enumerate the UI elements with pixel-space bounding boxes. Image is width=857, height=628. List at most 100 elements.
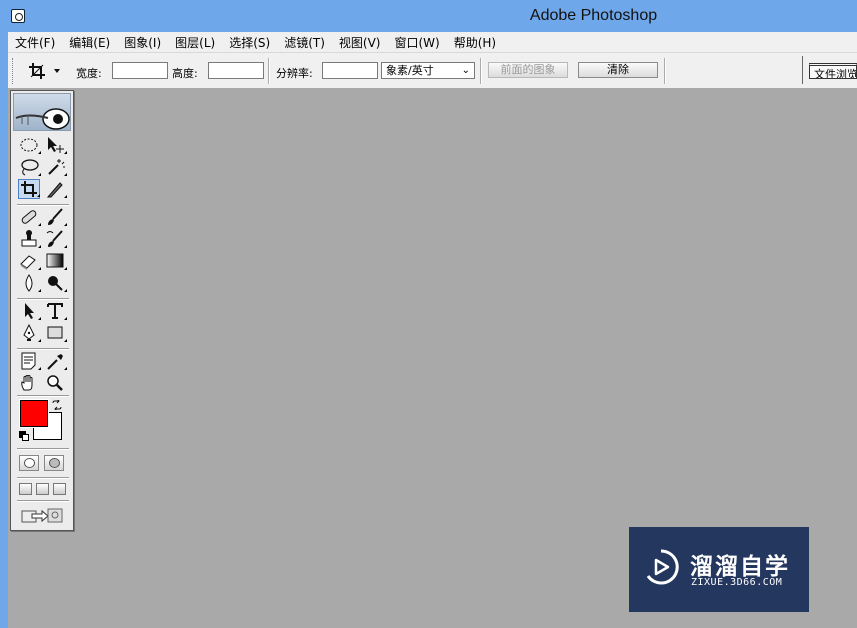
front-image-button[interactable]: 前面的图象 <box>488 62 568 78</box>
clear-button[interactable]: 清除 <box>578 62 658 78</box>
menu-file[interactable]: 文件(F) <box>15 34 55 51</box>
photoshop-eye-logo-icon <box>15 108 70 130</box>
crop-tool[interactable] <box>18 179 40 199</box>
quick-mask-mode-button[interactable] <box>44 455 64 471</box>
toolbox-header[interactable] <box>13 93 71 131</box>
rectangle-shape-icon <box>47 326 63 339</box>
height-field[interactable] <box>208 62 264 79</box>
crop-icon <box>21 181 37 197</box>
watermark-badge: 溜溜自学 ZIXUE.3D66.COM <box>629 527 809 612</box>
menu-image[interactable]: 图象(I) <box>124 34 161 51</box>
eyedropper-icon <box>47 354 63 370</box>
lasso-icon <box>21 159 39 176</box>
path-selection-tool[interactable] <box>18 301 40 321</box>
zoom-tool[interactable] <box>44 373 66 393</box>
jump-to-imageready-button[interactable] <box>20 505 65 525</box>
eraser-tool[interactable] <box>18 251 40 271</box>
separator <box>664 58 666 84</box>
slice-tool[interactable] <box>44 179 66 199</box>
gradient-tool[interactable] <box>44 251 66 271</box>
chevron-down-icon: ⌄ <box>461 65 470 76</box>
tool-preset-picker[interactable] <box>28 62 64 80</box>
separator <box>480 58 482 84</box>
healing-brush-tool[interactable] <box>18 207 40 227</box>
toolbox-separator <box>17 395 69 397</box>
watermark-title: 溜溜自学 <box>690 554 790 580</box>
toolbox-separator <box>17 204 69 206</box>
menu-edit[interactable]: 编辑(E) <box>69 34 110 51</box>
hand-icon <box>21 375 33 391</box>
clone-stamp-icon <box>21 230 37 247</box>
menu-window[interactable]: 窗口(W) <box>394 34 439 51</box>
blur-tool[interactable] <box>18 273 40 293</box>
menu-help[interactable]: 帮助(H) <box>454 34 496 51</box>
type-tool[interactable] <box>44 301 66 321</box>
toolbox-separator <box>17 477 69 479</box>
type-icon <box>47 303 63 319</box>
full-screen-mode-button[interactable] <box>53 483 66 495</box>
file-browser-tab[interactable]: 文件浏览器 <box>809 63 857 79</box>
foreground-color-swatch[interactable] <box>19 399 49 428</box>
toolbox-separator <box>17 348 69 350</box>
dodge-tool[interactable] <box>44 273 66 293</box>
jump-to-imageready-icon <box>21 508 63 523</box>
magic-wand-tool[interactable] <box>44 157 66 177</box>
menu-bar: 文件(F) 编辑(E) 图象(I) 图层(L) 选择(S) 滤镜(T) 视图(V… <box>8 32 857 52</box>
watermark-subtitle: ZIXUE.3D66.COM <box>691 577 783 588</box>
crop-icon <box>29 63 60 79</box>
options-bar-grip[interactable] <box>12 58 15 84</box>
pen-tool[interactable] <box>18 323 40 343</box>
menu-view[interactable]: 视图(V) <box>339 34 381 51</box>
quick-mask-icon <box>49 458 60 468</box>
path-selection-icon <box>25 303 34 319</box>
eyedropper-tool[interactable] <box>44 351 66 371</box>
brush-icon <box>48 208 63 225</box>
resolution-unit-select[interactable]: 象素/英寸 ⌄ <box>381 62 475 79</box>
palette-well: 文件浏览器 <box>802 56 857 84</box>
width-field[interactable] <box>112 62 168 79</box>
standard-mode-icon <box>24 458 35 468</box>
slice-icon <box>46 182 63 198</box>
swap-colors-icon[interactable] <box>52 398 62 412</box>
resolution-field[interactable] <box>322 62 378 79</box>
healing-brush-icon <box>21 210 37 224</box>
full-screen-menu-mode-button[interactable] <box>36 483 49 495</box>
width-label: 宽度: <box>76 67 102 80</box>
elliptical-marquee-tool[interactable] <box>18 135 40 155</box>
notes-icon <box>21 352 36 370</box>
toolbox <box>10 90 74 531</box>
resolution-label: 分辨率: <box>276 67 313 80</box>
menu-select[interactable]: 选择(S) <box>229 34 270 51</box>
move-tool[interactable] <box>44 135 66 155</box>
height-label: 高度: <box>172 67 198 80</box>
hand-tool[interactable] <box>18 373 40 393</box>
rectangle-shape-tool[interactable] <box>44 323 66 343</box>
options-bar: 宽度: 高度: 分辨率: 象素/英寸 ⌄ 前面的图象 清除 <box>8 52 857 88</box>
move-icon <box>48 137 64 153</box>
history-brush-icon <box>46 230 63 247</box>
eraser-icon <box>20 255 36 270</box>
toolbox-separator <box>17 298 69 300</box>
default-colors-icon[interactable] <box>19 431 30 442</box>
blur-icon <box>25 274 33 292</box>
zoom-icon <box>47 375 63 391</box>
dodge-icon <box>48 276 63 291</box>
toolbox-separator <box>17 448 69 450</box>
magic-wand-icon <box>48 159 65 175</box>
standard-mode-button[interactable] <box>19 455 39 471</box>
pen-icon <box>23 323 35 341</box>
history-brush-tool[interactable] <box>44 229 66 249</box>
elliptical-marquee-icon <box>20 138 38 152</box>
separator <box>268 58 270 84</box>
menu-layer[interactable]: 图层(L) <box>175 34 215 51</box>
toolbox-separator <box>17 500 69 502</box>
brush-tool[interactable] <box>44 207 66 227</box>
resolution-unit-value: 象素/英寸 <box>386 64 434 77</box>
notes-tool[interactable] <box>18 351 40 371</box>
gradient-icon <box>46 253 64 268</box>
lasso-tool[interactable] <box>18 157 40 177</box>
standard-screen-mode-button[interactable] <box>19 483 32 495</box>
play-logo-icon <box>646 549 679 585</box>
clone-stamp-tool[interactable] <box>18 229 40 249</box>
menu-filter[interactable]: 滤镜(T) <box>284 34 325 51</box>
